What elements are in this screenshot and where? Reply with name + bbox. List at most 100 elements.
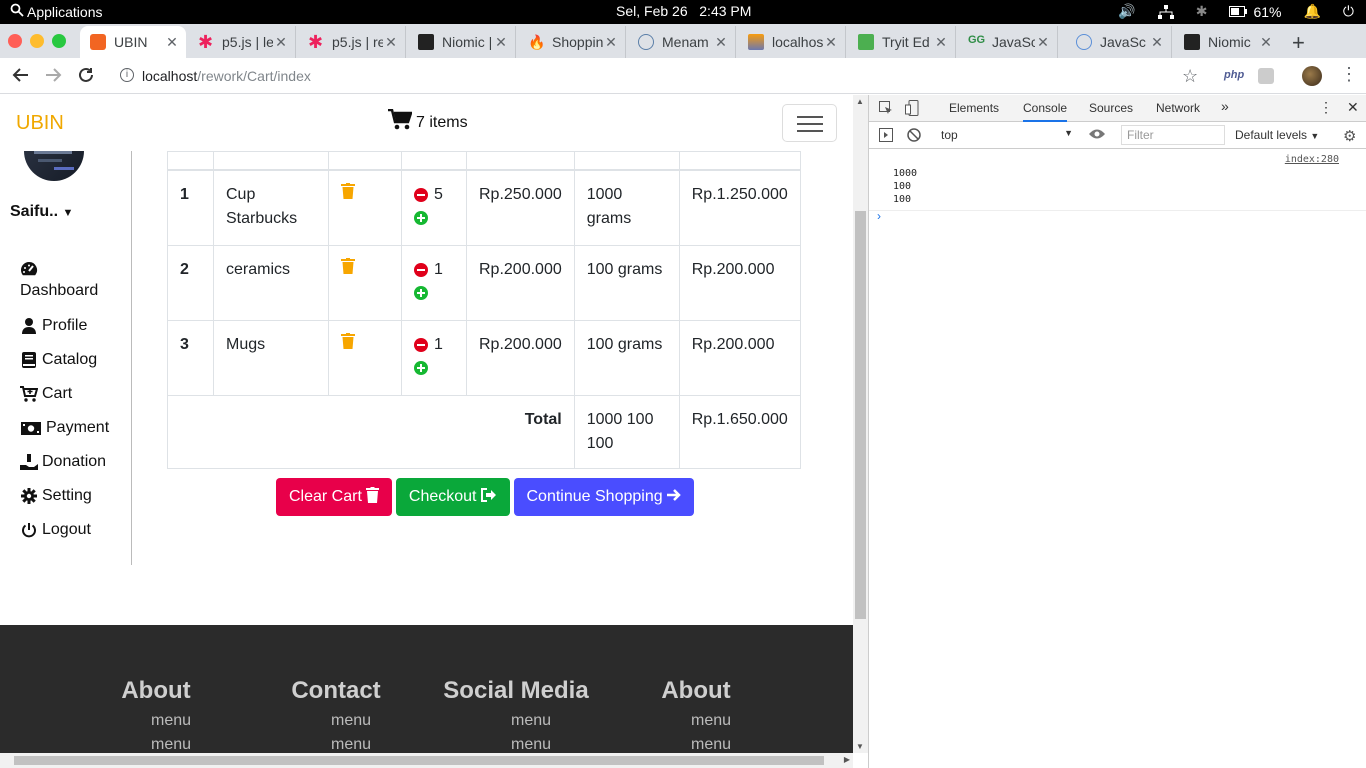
footer-link[interactable]: menu [288, 713, 384, 729]
close-tab-icon[interactable]: ✕ [493, 34, 509, 51]
increase-qty-icon[interactable] [414, 285, 428, 300]
browser-menu-icon[interactable]: ⋮ [1340, 64, 1358, 85]
close-tab-icon[interactable]: ✕ [603, 34, 619, 51]
footer-link[interactable]: menu [650, 737, 742, 753]
scrollbar-thumb[interactable] [14, 756, 824, 765]
footer-link[interactable]: menu [442, 737, 590, 753]
close-tab-icon[interactable]: ✕ [383, 34, 399, 51]
network-icon[interactable] [1157, 4, 1174, 19]
continue-shopping-button[interactable]: Continue Shopping [513, 478, 694, 516]
scrollbar-thumb[interactable] [855, 211, 866, 619]
maximize-window-button[interactable] [52, 34, 66, 48]
more-tabs-icon[interactable]: » [1221, 98, 1229, 114]
sidebar-item-profile[interactable]: Profile [20, 309, 109, 343]
footer-link[interactable]: menu [288, 737, 384, 753]
back-arrow-icon[interactable] [12, 66, 30, 89]
minimize-window-button[interactable] [30, 34, 44, 48]
trash-icon[interactable] [341, 257, 355, 278]
browser-tab[interactable]: Niomic | ✕ [408, 26, 516, 58]
increase-qty-icon[interactable] [414, 210, 428, 225]
devtools-tab-sources[interactable]: Sources [1089, 101, 1133, 115]
forward-arrow-icon[interactable] [44, 66, 62, 89]
close-tab-icon[interactable]: ✕ [1035, 34, 1051, 51]
log-levels-dropdown[interactable]: Default levels ▼ [1235, 128, 1319, 142]
console-prompt-icon[interactable]: › [877, 209, 881, 223]
sidebar-item-dashboard[interactable]: Dashboard [20, 261, 109, 309]
checkout-button[interactable]: Checkout [395, 478, 510, 516]
cart-count-link[interactable]: 7 items [388, 108, 468, 136]
devtools-tab-elements[interactable]: Elements [949, 101, 999, 115]
browser-tab-active[interactable]: UBIN ✕ [80, 26, 186, 58]
sidebar-item-cart[interactable]: Cart [20, 377, 109, 411]
close-tab-icon[interactable]: ✕ [164, 34, 180, 51]
site-info-icon[interactable]: i [120, 68, 134, 82]
page-vertical-scrollbar[interactable]: ▲ ▼ [853, 95, 868, 753]
clear-cart-button[interactable]: Clear Cart [276, 478, 392, 516]
sidebar-item-payment[interactable]: Payment [20, 411, 109, 445]
bookmark-star-icon[interactable]: ☆ [1182, 66, 1198, 87]
close-tab-icon[interactable]: ✕ [713, 34, 729, 51]
footer-link[interactable]: menu [110, 737, 202, 753]
brand-logo[interactable]: UBIN [16, 112, 64, 135]
scroll-right-arrow-icon[interactable]: ▶ [844, 755, 850, 764]
footer-link[interactable]: menu [110, 713, 202, 729]
browser-tab[interactable]: ✱ p5.js | le ✕ [188, 26, 296, 58]
new-tab-button[interactable]: + [1292, 30, 1305, 56]
inspect-element-icon[interactable] [879, 101, 893, 118]
decrease-qty-icon[interactable] [414, 187, 428, 202]
context-selector[interactable]: top ▼ [941, 128, 1073, 142]
browser-tab[interactable]: GG JavaSc ✕ [958, 26, 1058, 58]
decrease-qty-icon[interactable] [414, 262, 428, 277]
sidebar-item-catalog[interactable]: Catalog [20, 343, 109, 377]
browser-tab[interactable]: localhos ✕ [738, 26, 846, 58]
browser-tab[interactable]: Menam ✕ [628, 26, 736, 58]
decrease-qty-icon[interactable] [414, 337, 428, 352]
power-icon[interactable]: ⏻ [1343, 3, 1354, 20]
sidebar-item-setting[interactable]: Setting [20, 479, 109, 513]
bluetooth-icon[interactable]: ✱ [1196, 3, 1208, 20]
extension-icon[interactable] [1258, 68, 1274, 84]
scroll-up-arrow-icon[interactable]: ▲ [856, 97, 864, 106]
footer-link[interactable]: menu [650, 713, 742, 729]
clock[interactable]: Sel, Feb 26 2:43 PM [616, 3, 751, 19]
browser-tab[interactable]: JavaSc ✕ [1066, 26, 1172, 58]
close-tab-icon[interactable]: ✕ [1149, 34, 1165, 51]
browser-tab[interactable]: 🔥 Shoppin ✕ [518, 26, 626, 58]
profile-avatar[interactable] [1302, 66, 1322, 86]
device-toolbar-icon[interactable] [905, 100, 919, 119]
sidebar-toggle-icon[interactable] [879, 128, 893, 145]
live-expression-eye-icon[interactable] [1089, 128, 1105, 143]
footer-link[interactable]: menu [442, 713, 590, 729]
browser-tab[interactable]: ✱ p5.js | re ✕ [298, 26, 406, 58]
user-dropdown[interactable]: Saifu.. ▼ [10, 203, 73, 221]
log-source-link[interactable]: index:280 [1285, 154, 1339, 165]
close-tab-icon[interactable]: ✕ [933, 34, 949, 51]
browser-tab[interactable]: Tryit Ed ✕ [848, 26, 956, 58]
applications-menu[interactable]: Applications [10, 3, 103, 20]
devtools-tab-network[interactable]: Network [1156, 101, 1200, 115]
reload-icon[interactable] [77, 66, 95, 89]
bell-icon[interactable]: 🔔 [1303, 3, 1320, 20]
clear-console-icon[interactable] [907, 128, 921, 145]
console-settings-gear-icon[interactable]: ⚙ [1343, 127, 1356, 145]
battery-indicator[interactable]: 61% [1229, 4, 1281, 20]
trash-icon[interactable] [341, 332, 355, 353]
close-window-button[interactable] [8, 34, 22, 48]
volume-icon[interactable]: 🔊 [1118, 3, 1135, 20]
sidebar-item-logout[interactable]: Logout [20, 513, 109, 547]
devtools-menu-icon[interactable]: ⋮ [1319, 99, 1333, 116]
navbar-toggler-button[interactable] [782, 104, 837, 142]
php-extension-icon[interactable]: php [1224, 69, 1244, 81]
trash-icon[interactable] [341, 182, 355, 203]
close-tab-icon[interactable]: ✕ [1258, 34, 1274, 51]
scroll-down-arrow-icon[interactable]: ▼ [856, 742, 864, 751]
close-tab-icon[interactable]: ✕ [823, 34, 839, 51]
devtools-tab-console[interactable]: Console [1023, 101, 1068, 122]
browser-tab[interactable]: Niomic ✕ [1174, 26, 1280, 58]
increase-qty-icon[interactable] [414, 360, 428, 375]
console-filter-input[interactable]: Filter [1121, 125, 1225, 145]
page-horizontal-scrollbar[interactable]: ▶ [0, 753, 853, 768]
url-bar[interactable]: i localhost/rework/Cart/index [108, 62, 1208, 90]
close-devtools-icon[interactable]: ✕ [1347, 99, 1359, 116]
sidebar-item-donation[interactable]: Donation [20, 445, 109, 479]
